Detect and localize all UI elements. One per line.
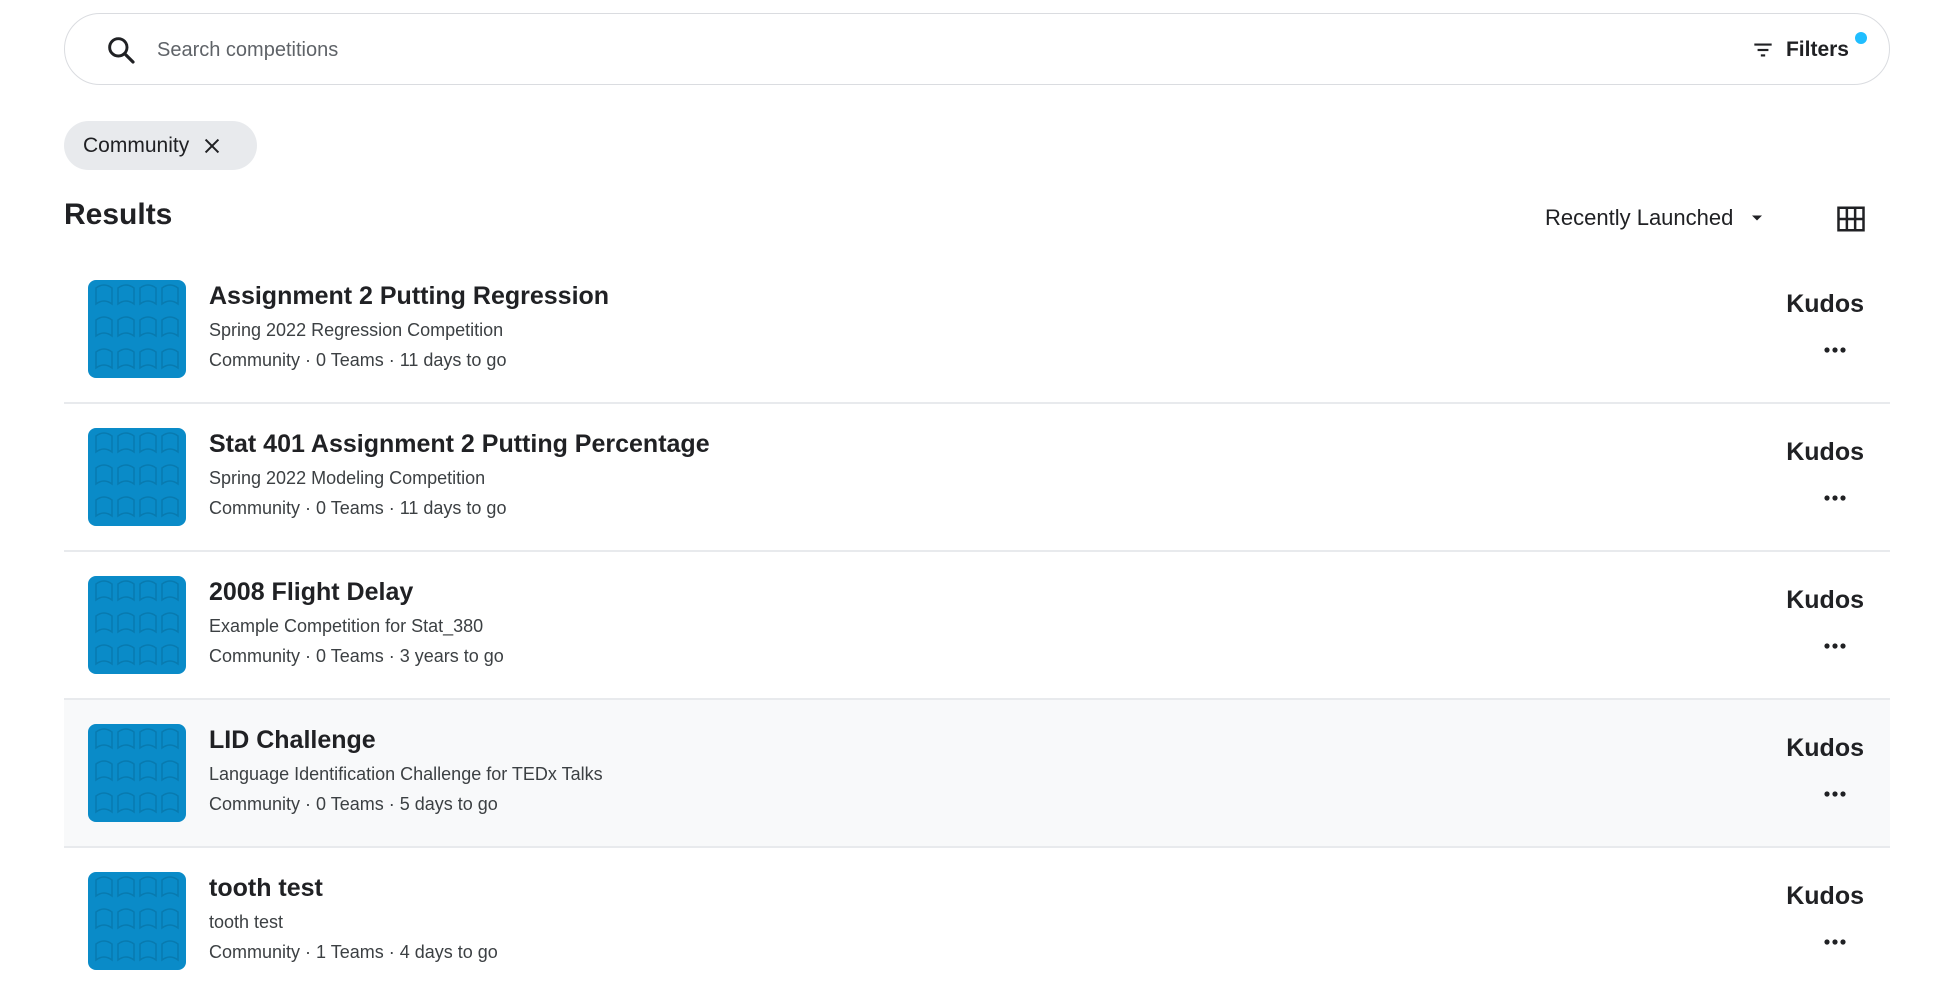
competition-thumbnail — [88, 872, 186, 970]
search-input[interactable] — [157, 30, 1557, 70]
filters-button[interactable]: Filters — [1750, 32, 1867, 68]
competition-meta: Community · 0 Teams · 11 days to go — [209, 498, 507, 518]
caret-down-icon — [1752, 215, 1763, 221]
competition-thumbnail — [88, 724, 186, 822]
filters-active-dot — [1855, 32, 1867, 44]
competition-row[interactable]: Assignment 2 Putting Regression Spring 2… — [64, 256, 1890, 404]
competition-prize: Kudos — [1786, 586, 1864, 614]
filter-chip-label: Community — [83, 133, 190, 157]
filters-label: Filters — [1785, 38, 1849, 61]
more-options-icon[interactable] — [1820, 638, 1850, 654]
competition-thumbnail — [88, 576, 186, 674]
filter-icon — [1754, 43, 1772, 57]
more-options-icon[interactable] — [1820, 342, 1850, 358]
competition-subtitle: Spring 2022 Modeling Competition — [209, 468, 486, 488]
search-icon — [108, 37, 135, 64]
competition-title[interactable]: tooth test — [209, 874, 323, 903]
results-heading: Results — [64, 198, 173, 231]
more-options-icon[interactable] — [1820, 934, 1850, 950]
sort-label: Recently Launched — [1545, 205, 1734, 230]
competition-prize: Kudos — [1786, 734, 1864, 762]
sort-dropdown[interactable]: Recently Launched — [1545, 200, 1767, 236]
competition-row[interactable]: Stat 401 Assignment 2 Putting Percentage… — [64, 404, 1890, 552]
competition-title[interactable]: 2008 Flight Delay — [209, 578, 413, 607]
competition-list: Assignment 2 Putting Regression Spring 2… — [64, 256, 1890, 988]
competition-meta: Community · 0 Teams · 11 days to go — [209, 350, 507, 370]
competition-prize: Kudos — [1786, 438, 1864, 466]
grid-view-icon[interactable] — [1836, 204, 1866, 234]
competition-title[interactable]: Stat 401 Assignment 2 Putting Percentage — [209, 430, 710, 459]
competition-title[interactable]: LID Challenge — [209, 726, 376, 755]
competition-subtitle: Spring 2022 Regression Competition — [209, 320, 504, 340]
competition-meta: Community · 1 Teams · 4 days to go — [209, 942, 498, 962]
competitions-page: Filters Community Results Recently Launc… — [0, 0, 1951, 988]
competition-thumbnail — [88, 428, 186, 526]
more-options-icon[interactable] — [1820, 490, 1850, 506]
competition-row[interactable]: 2008 Flight Delay Example Competition fo… — [64, 552, 1890, 700]
competition-meta: Community · 0 Teams · 3 years to go — [209, 646, 504, 666]
competition-prize: Kudos — [1786, 882, 1864, 910]
competition-meta: Community · 0 Teams · 5 days to go — [209, 794, 498, 814]
competition-thumbnail — [88, 280, 186, 378]
competition-row[interactable]: tooth test tooth test Community · 1 Team… — [64, 848, 1890, 988]
more-options-icon[interactable] — [1820, 786, 1850, 802]
competition-subtitle: tooth test — [209, 912, 284, 932]
competition-title[interactable]: Assignment 2 Putting Regression — [209, 282, 609, 311]
close-icon[interactable] — [201, 135, 223, 157]
competition-subtitle: Language Identification Challenge for TE… — [209, 764, 603, 784]
competition-subtitle: Example Competition for Stat_380 — [209, 616, 484, 636]
competition-prize: Kudos — [1786, 290, 1864, 318]
search-bar: Filters — [64, 13, 1890, 85]
filter-chip-community[interactable]: Community — [64, 121, 257, 170]
competition-row[interactable]: LID Challenge Language Identification Ch… — [64, 700, 1890, 848]
